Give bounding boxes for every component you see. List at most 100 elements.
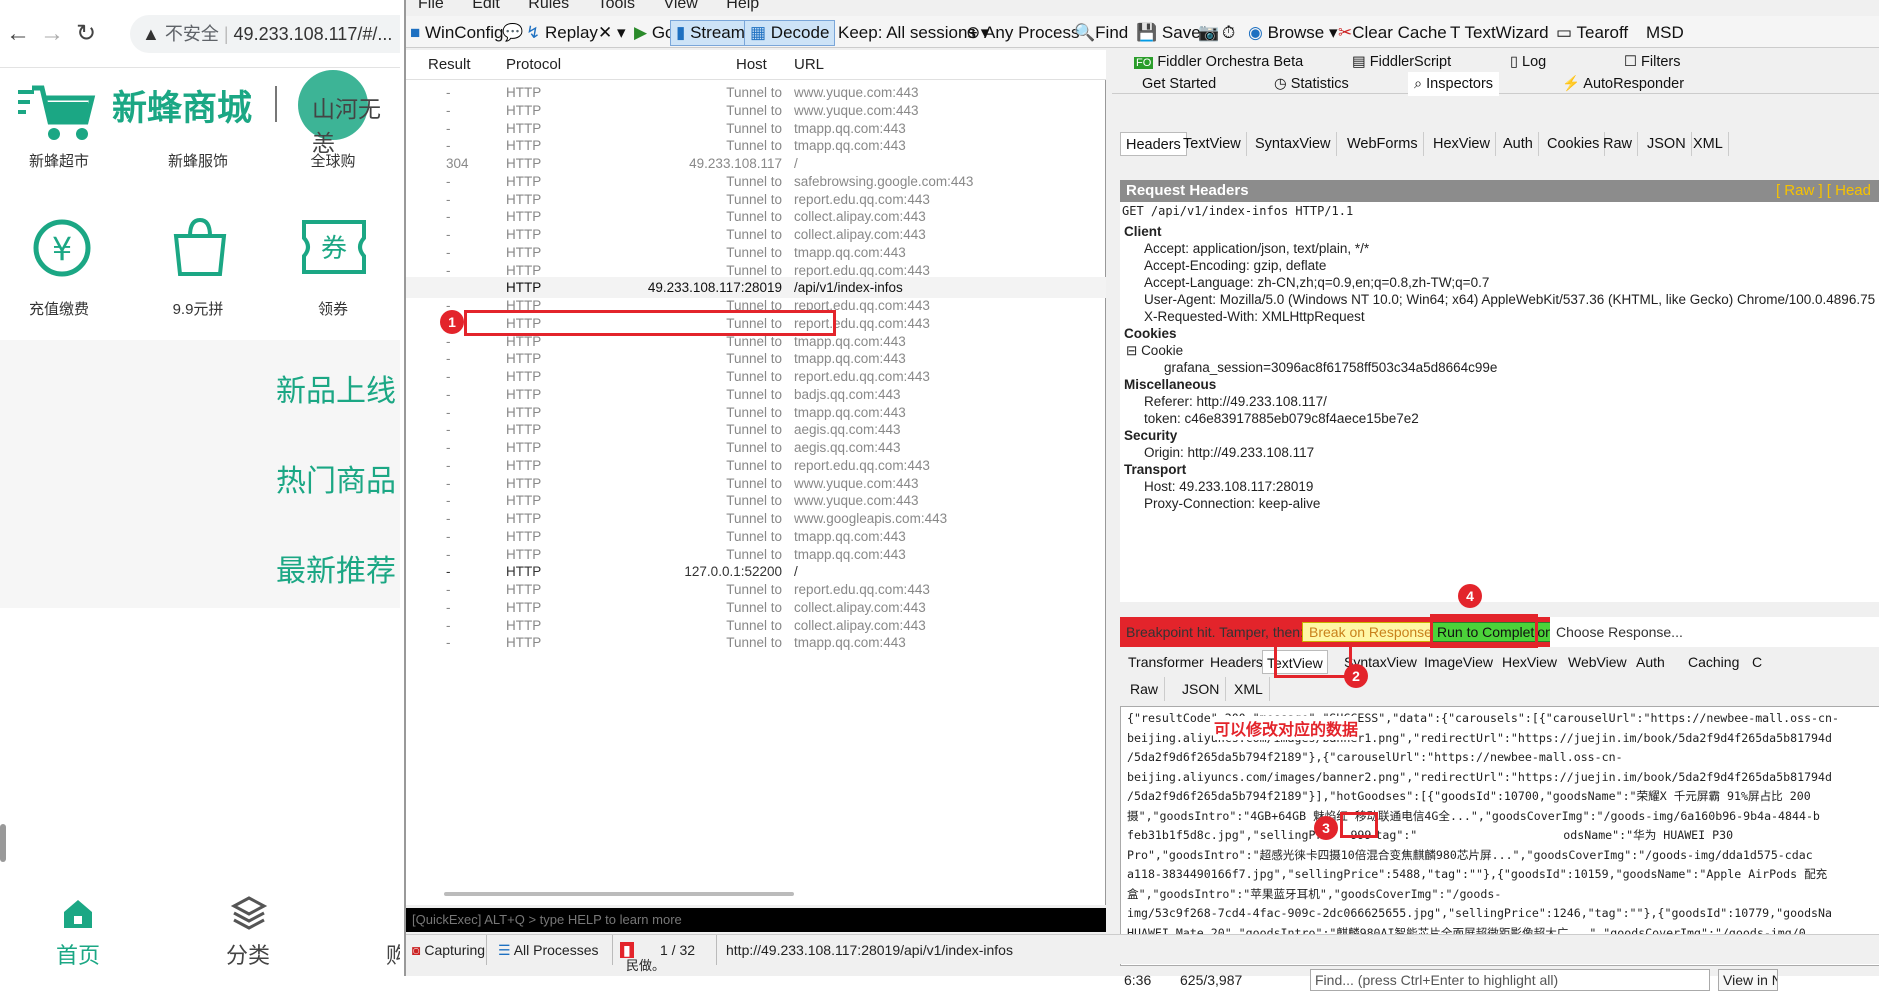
response-textview[interactable]: {"resultCode":200,"message":"SUCCESS","d… (1120, 706, 1879, 966)
col-protocol[interactable]: Protocol (506, 50, 561, 80)
tab-autoresponder[interactable]: ⚡ AutoResponder (1562, 72, 1684, 96)
response-subtab-raw[interactable]: Raw (1124, 677, 1166, 701)
replay-button[interactable]: ↯ Replay (526, 20, 598, 46)
nav-home[interactable]: 首页 (56, 938, 100, 970)
grid-item-recharge[interactable]: 充值缴费 (4, 298, 114, 319)
grid-item-coupon[interactable]: 领券 (278, 298, 388, 319)
menu-tools[interactable]: Tools (598, 0, 635, 12)
msdn-button[interactable]: MSD (1646, 20, 1686, 46)
col-result[interactable]: Result (428, 50, 471, 80)
col-url[interactable]: URL (794, 50, 824, 80)
capturing-indicator[interactable]: ◙ Capturing (412, 935, 485, 965)
response-subtab-xml[interactable]: XML (1228, 677, 1270, 701)
response-tab-c[interactable]: C (1748, 650, 1766, 674)
section-hot[interactable]: 热门商品 (276, 456, 396, 500)
tab-log[interactable]: ▯ Log (1510, 50, 1546, 74)
break-on-response-button[interactable]: Break on Response (1302, 622, 1439, 642)
nav-cart[interactable]: 购物车 (386, 938, 400, 970)
process-filter[interactable]: ☰ All Processes (498, 935, 599, 965)
tab-get-started[interactable]: Get Started (1142, 72, 1216, 96)
tearoff-button[interactable]: ▭ Tearoff (1556, 20, 1628, 46)
request-tab-hexview[interactable]: HexView (1428, 132, 1496, 156)
timer-icon[interactable]: ⏱ (1222, 20, 1235, 46)
menu-rules[interactable]: Rules (528, 0, 569, 12)
screenshot-icon[interactable]: 📷 (1198, 20, 1219, 46)
tab-fiddlerscript[interactable]: ▤ FiddlerScript (1352, 50, 1451, 74)
collapse-icon[interactable]: ⊟ (1126, 343, 1141, 358)
session-count: 1 / 32 (660, 942, 696, 958)
response-tab-headers[interactable]: Headers (1206, 650, 1267, 674)
msdn-label: MSD (1646, 23, 1684, 42)
grid-item-clothing[interactable]: 新蜂服饰 (143, 150, 253, 171)
back-icon[interactable]: ← (2, 14, 34, 54)
request-tab-webforms[interactable]: WebForms (1342, 132, 1424, 156)
request-tab-raw[interactable]: Raw (1598, 132, 1639, 156)
save-button[interactable]: 💾 Save (1136, 20, 1201, 46)
find-input[interactable]: Find... (press Ctrl+Enter to highlight a… (1310, 969, 1710, 991)
inspector-pane: FO Fiddler Orchestra Beta ▤ FiddlerScrip… (1112, 50, 1879, 991)
tab-orchestra[interactable]: FO Fiddler Orchestra Beta (1134, 50, 1303, 74)
textwizard-button[interactable]: T TextWizard (1450, 20, 1549, 46)
menu-view[interactable]: View (663, 0, 697, 12)
view-in-button[interactable]: View in N (1718, 969, 1778, 991)
remove-button[interactable]: ✕ ▾ (598, 20, 626, 46)
quickexec-input[interactable]: [QuickExec] ALT+Q > type HELP to learn m… (406, 908, 1106, 932)
scroll-handle[interactable] (0, 824, 6, 862)
menu-edit[interactable]: Edit (472, 0, 500, 12)
clear-cache-button[interactable]: ✂Clear Cache (1338, 20, 1447, 46)
request-tab-json[interactable]: JSON (1642, 132, 1692, 156)
response-tab-auth[interactable]: Auth (1632, 650, 1669, 674)
session-row[interactable]: - HTTP Tunnel to tmapp.qq.com:443 (406, 632, 1106, 653)
request-tab-auth[interactable]: Auth (1498, 132, 1539, 156)
annotation-text: 可以修改对应的数据 (1214, 716, 1359, 740)
response-tab-transformer[interactable]: Transformer (1124, 650, 1208, 674)
choose-response-dropdown[interactable]: Choose Response... (1550, 617, 1879, 647)
reload-icon[interactable]: ↻ (70, 14, 102, 54)
response-tab-imageview[interactable]: ImageView (1420, 650, 1497, 674)
grid-item-supermarket[interactable]: 新蜂超市 (4, 150, 114, 171)
decode-button[interactable]: ▦ Decode (744, 20, 836, 46)
raw-link[interactable]: [ Raw ] [ Head (1776, 180, 1871, 202)
section-new[interactable]: 新品上线 (276, 366, 396, 410)
menu-file[interactable]: File (418, 0, 444, 12)
forward-icon[interactable]: → (36, 14, 68, 54)
comment-button[interactable]: 💬 (502, 20, 523, 46)
cart-logo-icon (18, 85, 96, 140)
grid-item-pin[interactable]: 9.9元拼 (143, 298, 253, 319)
address-bar[interactable]: ▲ 不安全 | 49.233.108.117/#/... (130, 15, 400, 53)
browse-button[interactable]: ◉ Browse ▾ (1248, 20, 1338, 46)
filters-checkbox[interactable]: ☐ (1624, 54, 1637, 70)
shopping-bag-icon (173, 217, 227, 276)
winconfig-button[interactable]: ■ WinConfig (410, 20, 503, 46)
request-tab-xml[interactable]: XML (1688, 132, 1729, 156)
col-host[interactable]: Host (736, 50, 767, 80)
tab-filters[interactable]: ☐ Filters (1624, 50, 1681, 74)
tab-statistics[interactable]: ◷ Statistics (1274, 72, 1349, 96)
response-subtab-json[interactable]: JSON (1176, 677, 1227, 701)
find-button[interactable]: 🔍Find (1074, 20, 1128, 46)
request-tab-headers[interactable]: Headers (1120, 132, 1187, 156)
go-button[interactable]: ▶ Go (634, 20, 675, 46)
response-tab-caching[interactable]: Caching (1684, 650, 1743, 674)
response-tab-webview[interactable]: WebView (1564, 650, 1631, 674)
grid-item-global[interactable]: 全球购 (278, 150, 388, 171)
tab-autoresponder-label: AutoResponder (1583, 76, 1685, 92)
any-process-button[interactable]: ⊕ Any Process (966, 20, 1079, 46)
tab-fiddlerscript-label: FiddlerScript (1369, 54, 1452, 70)
horizontal-scrollbar[interactable] (444, 892, 794, 896)
clear-cache-icon: ✂ (1338, 23, 1353, 42)
stream-button[interactable]: ▮ Stream (670, 20, 751, 46)
nav-category[interactable]: 分类 (226, 938, 270, 970)
clear-cache-label: Clear Cache (1352, 23, 1447, 42)
top-tabs-row2: Get Started ◷ Statistics ⌕ Inspectors ⚡ … (1112, 72, 1879, 96)
tab-inspectors[interactable]: ⌕ Inspectors (1408, 72, 1500, 96)
decode-label: Decode (770, 23, 830, 42)
request-tab-textview[interactable]: TextView (1178, 132, 1247, 156)
request-tab-syntaxview[interactable]: SyntaxView (1250, 132, 1337, 156)
response-line: 盒","goodsIntro":"苹果蓝牙耳机","goodsCoverImg"… (1127, 886, 1502, 901)
section-recommend[interactable]: 最新推荐 (276, 546, 396, 590)
request-tab-cookies[interactable]: Cookies (1542, 132, 1606, 156)
response-tab-hexview[interactable]: HexView (1498, 650, 1561, 674)
menu-help[interactable]: Help (726, 0, 759, 12)
decode-icon: ▦ (750, 23, 767, 42)
